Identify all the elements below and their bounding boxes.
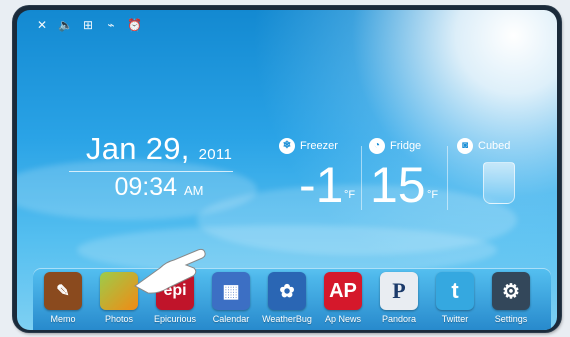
- home-screen: ✕ 🔈 ⊞ ⌁ ⏰ Jan 29, 2011 09:34 AM ❄ Freezer…: [17, 10, 557, 330]
- status-bar: ✕ 🔈 ⊞ ⌁ ⏰: [35, 18, 142, 32]
- fridge-temp[interactable]: 15: [370, 160, 426, 210]
- calendar-icon: ▦: [212, 272, 250, 310]
- app-label: Settings: [494, 314, 528, 324]
- alarm-icon[interactable]: ⏰: [127, 18, 142, 32]
- app-ap-news[interactable]: AP Ap News: [316, 272, 370, 324]
- time-text: 09:34: [114, 173, 178, 201]
- wifi-icon[interactable]: ⌁: [104, 18, 118, 32]
- ice-cup-icon[interactable]: [483, 162, 515, 204]
- ampm-text: AM: [184, 183, 204, 198]
- twitter-icon: t: [436, 272, 474, 310]
- fridge-icon: ◔: [369, 138, 385, 154]
- ice-label: ◙ Cubed: [457, 138, 510, 154]
- date-text: Jan 29,: [85, 131, 190, 166]
- ice-label-text: Cubed: [478, 140, 511, 152]
- fridge-label-text: Fridge: [390, 140, 422, 152]
- divider: [361, 146, 362, 210]
- pandora-icon: P: [380, 272, 418, 310]
- app-memo[interactable]: ✎ Memo: [36, 272, 90, 324]
- app-weatherbug[interactable]: ✿ WeatherBug: [260, 272, 314, 324]
- settings-icon: ⚙: [492, 272, 530, 310]
- time-display: 09:34 AM: [79, 173, 239, 202]
- ice-icon: ◙: [457, 138, 473, 154]
- app-settings[interactable]: ⚙ Settings: [484, 272, 538, 324]
- memo-icon: ✎: [44, 272, 82, 310]
- close-icon[interactable]: ✕: [35, 18, 49, 32]
- freezer-label: ❄ Freezer: [279, 138, 338, 154]
- freezer-label-text: Freezer: [300, 140, 338, 152]
- app-label: Ap News: [324, 314, 361, 324]
- freezer-icon: ❄: [279, 138, 295, 154]
- app-label: Memo: [50, 314, 76, 324]
- network-icon[interactable]: ⊞: [81, 18, 95, 32]
- app-label: Twitter: [441, 314, 469, 324]
- app-label: Photos: [104, 314, 134, 324]
- app-pandora[interactable]: P Pandora: [372, 272, 426, 324]
- volume-icon[interactable]: 🔈: [58, 18, 73, 32]
- app-label: Epicurious: [153, 314, 197, 324]
- date-display: Jan 29, 2011: [79, 131, 239, 167]
- ap-news-icon: AP: [324, 272, 362, 310]
- freezer-temp[interactable]: -1: [299, 160, 343, 210]
- weatherbug-icon: ✿: [268, 272, 306, 310]
- app-label: WeatherBug: [262, 314, 312, 324]
- freezer-unit: °F: [344, 189, 356, 201]
- app-calendar[interactable]: ▦ Calendar: [204, 272, 258, 324]
- app-label: Calendar: [212, 314, 250, 324]
- fridge-unit: °F: [427, 189, 439, 201]
- fridge-label: ◔ Fridge: [369, 138, 421, 154]
- year-text: 2011: [198, 146, 233, 163]
- app-dock: ✎ Memo Photos epi Epicurious ▦ Calendar ✿ We…: [33, 268, 551, 330]
- divider: [69, 171, 233, 172]
- app-twitter[interactable]: t Twitter: [428, 272, 482, 324]
- app-label: Pandora: [381, 314, 417, 324]
- divider: [447, 146, 448, 210]
- pointing-hand-icon: [134, 248, 206, 294]
